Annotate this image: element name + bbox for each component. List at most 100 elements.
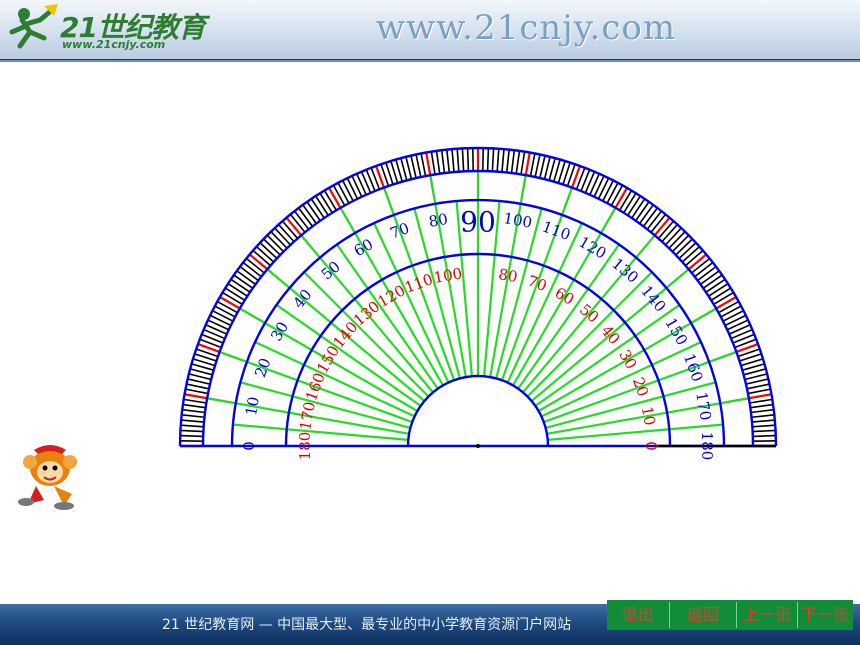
outer-scale-label: 120 (576, 233, 610, 263)
inner-scale-label: 10 (638, 405, 659, 427)
tick-degree (724, 314, 747, 327)
tick-ten (614, 187, 628, 209)
tick-degree (186, 383, 210, 390)
tick-degree (491, 148, 495, 172)
inner-scale-label: 180 (296, 432, 314, 461)
tick-degree (720, 305, 742, 318)
tick-degree (230, 278, 251, 293)
inner-scale-label: 100 (432, 264, 463, 287)
tick-ten (687, 253, 707, 271)
tick-degree (227, 283, 248, 297)
degree-ray (545, 381, 717, 429)
outer-scale-label: 180 (698, 432, 716, 461)
tick-degree (410, 155, 417, 179)
tick-degree (661, 224, 678, 243)
tick-degree (745, 378, 769, 385)
tick-degree (274, 227, 292, 246)
tick-degree (642, 207, 658, 227)
tick-degree (242, 261, 262, 278)
tick-degree (510, 150, 516, 174)
tick-degree (752, 434, 776, 438)
tick-degree (256, 246, 275, 263)
tick-degree (209, 314, 232, 327)
tick-degree (752, 429, 776, 433)
tick-degree (602, 180, 615, 202)
tick-degree (466, 148, 470, 172)
degree-ray (231, 423, 409, 441)
tick-degree (293, 210, 310, 230)
tick-degree (722, 309, 744, 322)
tick-degree (705, 278, 726, 293)
tick-degree (266, 234, 285, 253)
tick-degree (405, 156, 413, 180)
tick-degree (180, 429, 204, 433)
next-slide-button[interactable]: 下一张 (797, 600, 853, 630)
tick-degree (415, 154, 422, 178)
tick-degree (205, 324, 228, 335)
tick-degree (747, 388, 771, 395)
prev-slide-button[interactable]: 上一张 (737, 600, 797, 630)
tick-ten (249, 253, 269, 271)
tick-degree (446, 149, 451, 173)
back-button[interactable]: 返回 (670, 600, 736, 630)
tick-degree (623, 192, 637, 214)
outer-scale-label: 70 (388, 219, 412, 242)
tick-degree (708, 283, 729, 297)
tick-degree (430, 151, 436, 175)
tick-degree (180, 424, 204, 428)
tick-degree (456, 148, 460, 172)
tick-degree (728, 324, 751, 335)
tick-ten (524, 152, 531, 176)
inner-scale-label: 40 (597, 322, 623, 348)
tick-degree (697, 266, 717, 282)
tick-degree (440, 150, 446, 174)
tick-degree (222, 291, 243, 306)
tick-degree (751, 414, 775, 419)
outer-scale-label: 30 (267, 319, 292, 345)
tick-degree (496, 148, 500, 172)
tick-degree (529, 153, 536, 177)
inner-scale-label: 160 (302, 370, 329, 403)
tick-degree (668, 231, 686, 249)
tick-ten (653, 217, 671, 237)
tick-degree (356, 173, 367, 196)
degree-ray (413, 207, 461, 379)
tick-degree (631, 198, 646, 219)
degree-ray (534, 303, 681, 407)
inner-scale-label: 170 (296, 400, 319, 431)
tick-degree (543, 156, 551, 180)
tick-degree (744, 373, 768, 381)
center-point (476, 444, 480, 448)
tick-degree (675, 238, 693, 256)
tick-degree (302, 204, 318, 224)
degree-ray (517, 243, 621, 390)
tick-degree (233, 274, 254, 289)
tick-degree (749, 398, 773, 404)
tick-degree (534, 154, 541, 178)
tick-degree (214, 305, 236, 318)
tick-degree (751, 419, 775, 423)
tick-degree (718, 300, 740, 314)
degree-ray (495, 207, 543, 379)
tick-degree (278, 224, 295, 243)
tick-degree (451, 149, 455, 173)
tick-degree (746, 383, 770, 390)
inner-scale-label: 70 (525, 272, 549, 295)
tick-degree (346, 177, 359, 200)
exit-button[interactable]: 退出 (607, 600, 669, 630)
tick-degree (461, 148, 465, 172)
tick-degree (337, 182, 350, 204)
tick-ten (219, 296, 241, 310)
tick-degree (501, 149, 505, 173)
tick-degree (638, 204, 654, 224)
tick-degree (646, 210, 663, 230)
tick-degree (332, 184, 346, 206)
inner-scale-label: 20 (629, 375, 652, 399)
tick-degree (750, 403, 774, 409)
tick-degree (263, 238, 281, 256)
tick-degree (678, 242, 697, 260)
degree-ray (239, 381, 411, 429)
tick-degree (207, 319, 230, 331)
footer-slogan: 21 世纪教育网 — 中国最大型、最专业的中小学教育资源门户网站 (162, 617, 572, 633)
tick-degree (306, 201, 321, 222)
